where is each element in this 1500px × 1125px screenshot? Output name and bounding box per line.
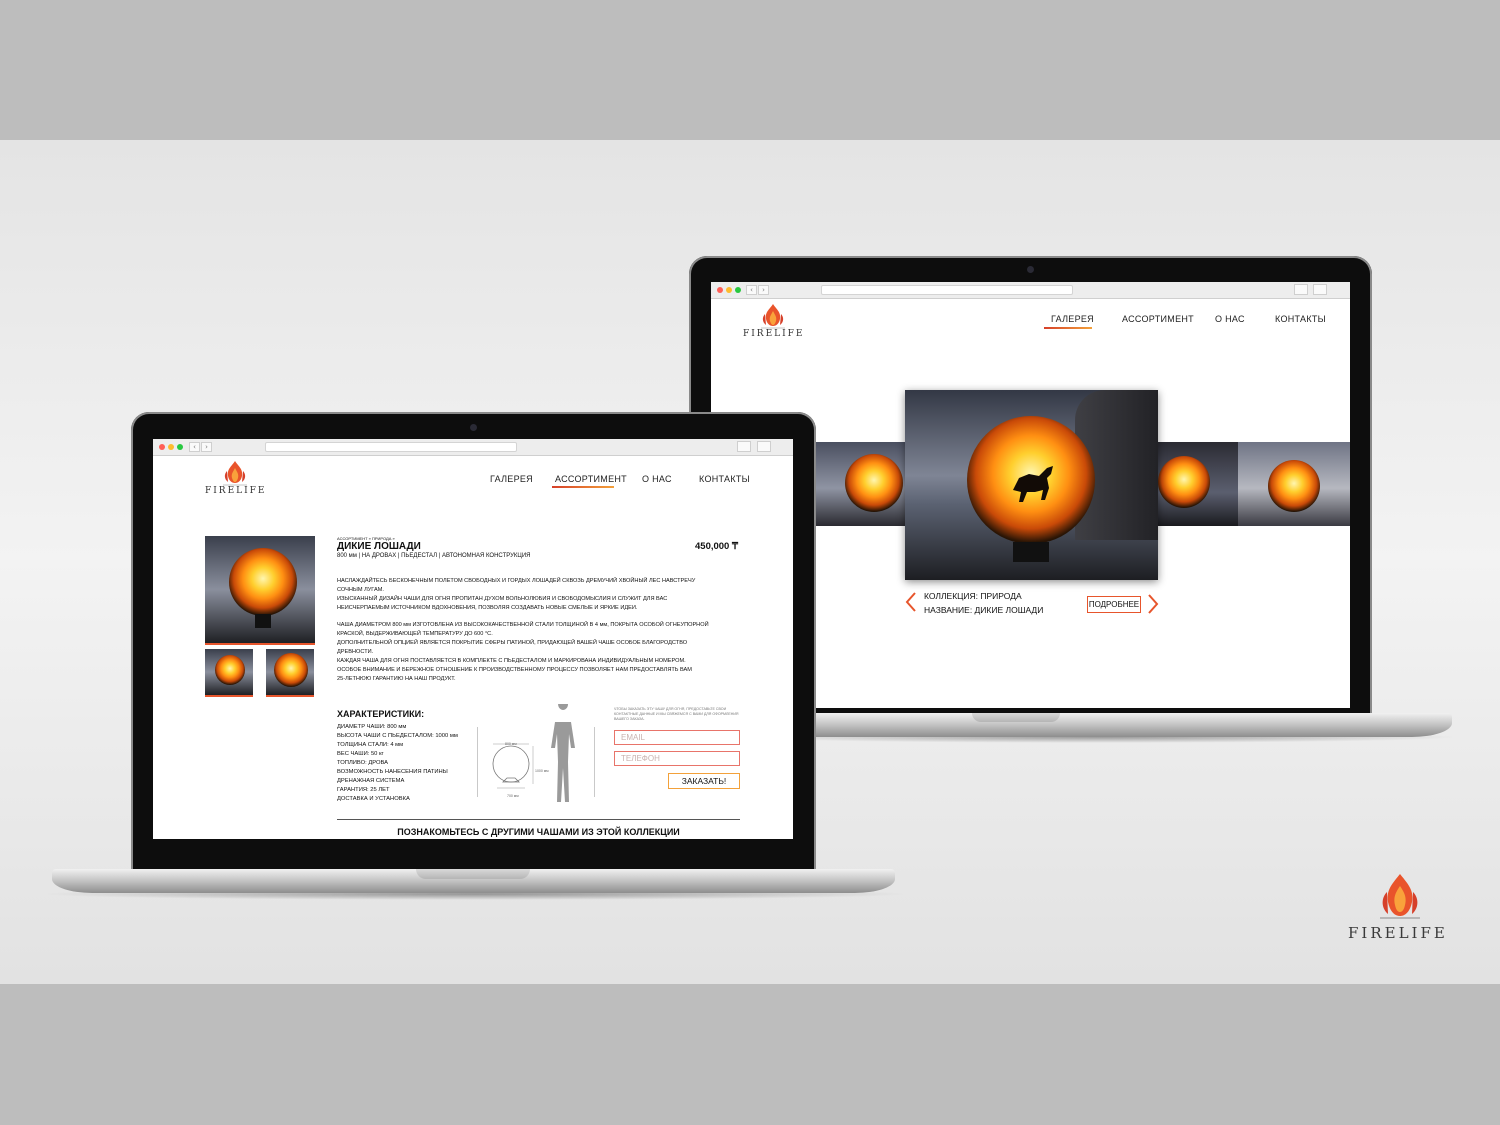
- spec-item: ТОПЛИВО: ДРОВА: [337, 760, 389, 766]
- product-description-2: ЧАША ДИАМЕТРОМ 800 мм ИЗГОТОВЛЕНА ИЗ ВЫС…: [337, 622, 709, 682]
- nav-contacts[interactable]: КОНТАКТЫ: [1275, 314, 1326, 324]
- gallery-thumb-right-1[interactable]: [1158, 442, 1238, 526]
- url-bar[interactable]: [265, 442, 517, 452]
- back-arrow-icon[interactable]: ‹: [189, 442, 200, 452]
- spec-item: ТОЛЩИНА СТАЛИ: 4 мм: [337, 742, 404, 748]
- maximize-dot[interactable]: [177, 444, 183, 450]
- brand-name: FIRELIFE: [205, 486, 267, 496]
- nav-contacts[interactable]: КОНТАКТЫ: [699, 474, 750, 484]
- webcam: [470, 424, 477, 431]
- person-silhouette-icon: [551, 704, 575, 802]
- dim-side-label: 1000 мм: [535, 769, 549, 773]
- divider-vertical: [477, 727, 478, 797]
- product-main-image[interactable]: [205, 536, 315, 645]
- url-bar[interactable]: [821, 285, 1073, 295]
- nav-about[interactable]: О НАС: [642, 474, 672, 484]
- collection-label: КОЛЛЕКЦИЯ: ПРИРОДА: [924, 591, 1022, 601]
- minimize-dot[interactable]: [726, 287, 732, 293]
- nav-gallery[interactable]: ГАЛЕРЕЯ: [1051, 314, 1094, 324]
- back-arrow-icon[interactable]: ‹: [746, 285, 757, 295]
- order-hint: ЧТОБЫ ЗАКАЗАТЬ ЭТУ ЧАШУ ДЛЯ ОГНЯ, ПРЕДОС…: [614, 707, 739, 721]
- share-icon[interactable]: [1294, 284, 1308, 295]
- product-price: 450,000 ₸: [695, 541, 739, 552]
- nav-assortment[interactable]: АССОРТИМЕНТ: [1122, 314, 1194, 324]
- close-dot[interactable]: [159, 444, 165, 450]
- spec-item: ВЕС ЧАШИ: 50 кг: [337, 751, 384, 757]
- front-laptop-notch: [416, 869, 530, 879]
- product-thumb-1[interactable]: [205, 649, 253, 697]
- dim-top-label: 800 мм: [505, 742, 517, 746]
- product-thumb-2[interactable]: [266, 649, 314, 697]
- brand-name: FIRELIFE: [743, 329, 805, 339]
- name-label: НАЗВАНИЕ: ДИКИЕ ЛОШАДИ: [924, 605, 1044, 615]
- flame-logo-icon: [761, 304, 785, 329]
- product-subtitle: 800 мм | НА ДРОВАХ | ПЬЕДЕСТАЛ | АВТОНОМ…: [337, 553, 531, 559]
- forward-arrow-icon[interactable]: ›: [201, 442, 212, 452]
- nav-gallery[interactable]: ГАЛЕРЕЯ: [490, 474, 533, 484]
- front-laptop-lid: ‹ › FIRELIFE ГАЛЕРЕЯ АССОРТИМЕНТ О НАС К…: [131, 412, 816, 872]
- gallery-main-image[interactable]: [905, 390, 1158, 580]
- spec-item: ВОЗМОЖНОСТЬ НАНЕСЕНИЯ ПАТИНЫ: [337, 769, 448, 775]
- product-description-1: НАСЛАЖДАЙТЕСЬ БЕСКОНЕЧНЫМ ПОЛЕТОМ СВОБОД…: [337, 578, 696, 611]
- nav-assortment[interactable]: АССОРТИМЕНТ: [555, 474, 627, 484]
- more-button[interactable]: ПОДРОБНЕЕ: [1087, 596, 1141, 613]
- size-diagram: [492, 704, 575, 802]
- flame-logo-icon: [1380, 874, 1420, 919]
- gallery-thumb-right-2[interactable]: [1238, 442, 1350, 526]
- section-divider: [337, 819, 740, 820]
- chevron-left-icon[interactable]: [905, 592, 917, 612]
- gallery-thumb-left[interactable]: [815, 442, 905, 526]
- tabs-icon[interactable]: [1313, 284, 1327, 295]
- share-icon[interactable]: [737, 441, 751, 452]
- specs-list: ДИАМЕТР ЧАШИ: 800 мм ВЫСОТА ЧАШИ С ПЬЕДЕ…: [337, 723, 458, 804]
- tabs-icon[interactable]: [757, 441, 771, 452]
- corner-brand-name: FIRELIFE: [1348, 924, 1448, 942]
- product-title: ДИКИЕ ЛОШАДИ: [337, 541, 421, 552]
- specs-heading: ХАРАКТЕРИСТИКИ:: [337, 709, 425, 719]
- back-laptop-notch: [972, 713, 1060, 722]
- spec-item: ДИАМЕТР ЧАШИ: 800 мм: [337, 724, 407, 730]
- horse-silhouette-icon: [1013, 466, 1053, 502]
- browser-toolbar: ‹ ›: [153, 439, 793, 456]
- nav-active-indicator: [552, 486, 614, 488]
- maximize-dot[interactable]: [735, 287, 741, 293]
- logo[interactable]: FIRELIFE: [739, 302, 807, 342]
- phone-field[interactable]: ТЕЛЕФОН: [614, 751, 740, 766]
- close-dot[interactable]: [717, 287, 723, 293]
- spec-item: ДОСТАВКА И УСТАНОВКА: [337, 796, 410, 802]
- minimize-dot[interactable]: [168, 444, 174, 450]
- product-screen: ‹ › FIRELIFE ГАЛЕРЕЯ АССОРТИМЕНТ О НАС К…: [153, 439, 793, 839]
- spec-item: ГАРАНТИЯ: 25 ЛЕТ: [337, 787, 390, 793]
- logo[interactable]: FIRELIFE: [201, 459, 269, 499]
- webcam: [1027, 266, 1034, 273]
- nav-about[interactable]: О НАС: [1215, 314, 1245, 324]
- nav-active-indicator: [1044, 327, 1092, 329]
- chevron-right-icon[interactable]: [1147, 594, 1159, 614]
- flame-logo-icon: [223, 461, 247, 486]
- browser-toolbar: ‹ ›: [711, 282, 1350, 299]
- spec-item: ДРЕНАЖНАЯ СИСТЕМА: [337, 778, 405, 784]
- email-field[interactable]: EMAIL: [614, 730, 740, 745]
- corner-logo: FIRELIFE: [1340, 872, 1460, 942]
- more-collection-heading: ПОЗНАКОМЬТЕСЬ С ДРУГИМИ ЧАШАМИ ИЗ ЭТОЙ К…: [397, 827, 680, 837]
- order-button[interactable]: ЗАКАЗАТЬ!: [668, 773, 740, 789]
- spec-item: ВЫСОТА ЧАШИ С ПЬЕДЕСТАЛОМ: 1000 мм: [337, 733, 458, 739]
- dim-bottom-label: 700 мм: [507, 794, 519, 798]
- forward-arrow-icon[interactable]: ›: [758, 285, 769, 295]
